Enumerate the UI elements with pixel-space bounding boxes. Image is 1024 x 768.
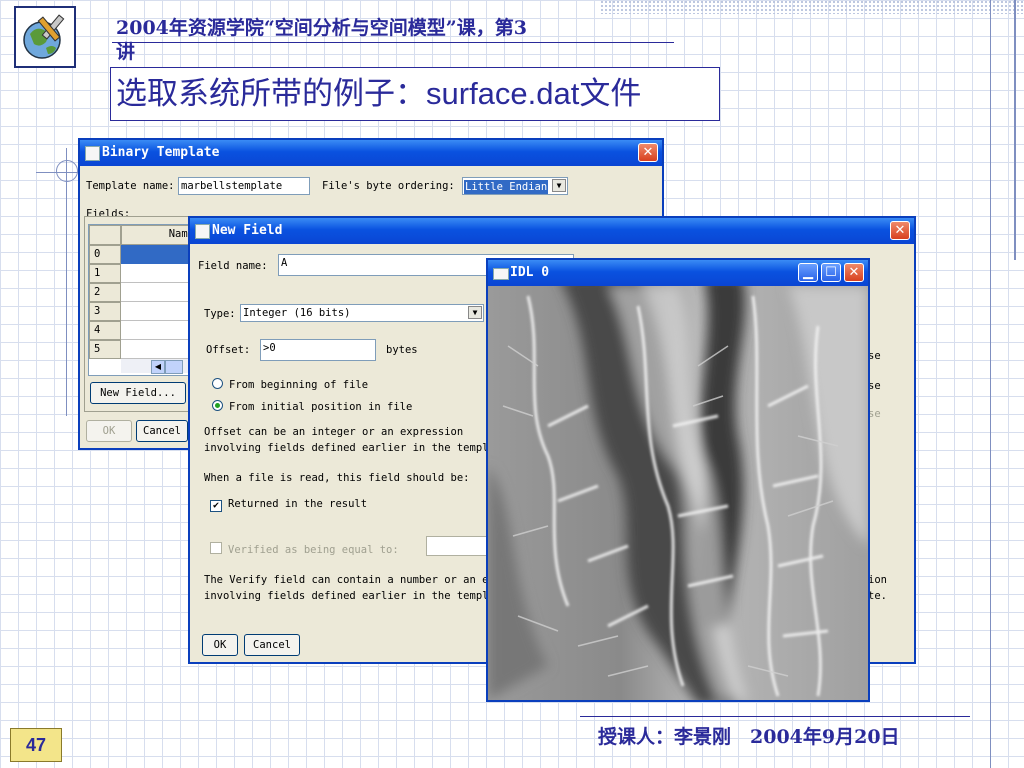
offset-unit: bytes: [386, 344, 418, 356]
byte-order-select[interactable]: Little Endian ▼: [462, 177, 568, 195]
maximize-icon[interactable]: ☐: [821, 263, 841, 282]
window-app-icon: [85, 146, 100, 161]
checkbox-icon[interactable]: [210, 542, 222, 554]
row-number: 3: [94, 305, 101, 317]
radio-from-beginning-label: From beginning of file: [229, 379, 369, 391]
title-underline: [112, 42, 674, 43]
radio-from-beginning[interactable]: From beginning of file: [212, 378, 368, 391]
offset-help-text-2: involving fields defined earlier in the …: [204, 442, 489, 454]
cancel-button[interactable]: Cancel: [136, 420, 188, 442]
table-row[interactable]: 0: [89, 245, 121, 264]
dotted-header-band: [600, 0, 1024, 14]
slide-subtitle: 选取系统所带的例子：surface.dat文件: [116, 74, 641, 114]
chevron-down-icon[interactable]: ▼: [552, 179, 566, 192]
decorative-crosshair-vline: [66, 148, 67, 416]
binary-template-title: Binary Template: [102, 145, 220, 160]
decorative-vertical-line-right: [1014, 0, 1016, 260]
surface-dem-image: [488, 286, 868, 700]
byte-order-selected-value: Little Endian: [464, 180, 549, 194]
row-number: 1: [94, 267, 101, 279]
type-select[interactable]: Integer (16 bits) ▼: [240, 304, 484, 322]
window-app-icon: [493, 268, 509, 280]
read-behaviour-label: When a file is read, this field should b…: [204, 472, 470, 484]
ok-button[interactable]: OK: [202, 634, 238, 656]
ok-button[interactable]: OK: [86, 420, 132, 442]
subtitle-suffix: 文件: [579, 76, 642, 111]
offset-input[interactable]: >0: [260, 339, 376, 361]
verified-checkbox-row[interactable]: Verified as being equal to:: [210, 542, 399, 556]
table-row[interactable]: 2: [89, 283, 121, 302]
idl-window-titlebar[interactable]: IDL 0 ▁ ☐ ✕: [488, 260, 868, 286]
radio-button-icon[interactable]: [212, 378, 223, 389]
right-text-fragment: ion: [868, 574, 887, 586]
chevron-down-icon[interactable]: ▼: [468, 306, 482, 319]
type-label: Type:: [204, 308, 236, 320]
byte-order-label: File's byte ordering:: [322, 180, 455, 192]
decorative-vertical-line: [990, 0, 991, 768]
close-icon[interactable]: ✕: [844, 263, 864, 282]
row-number: 4: [94, 324, 101, 336]
verify-help-text-1: The Verify field can contain a number or…: [204, 574, 489, 586]
close-icon[interactable]: ✕: [638, 143, 658, 162]
radio-from-initial-label: From initial position in file: [229, 401, 413, 413]
radio-from-initial[interactable]: From initial position in file: [212, 400, 412, 413]
new-field-title: New Field: [212, 223, 283, 238]
verified-label: Verified as being equal to:: [228, 544, 399, 556]
fields-grid: Name 0 1 2 3 4 5 ◀: [88, 224, 200, 376]
subtitle-filename: surface.dat: [426, 76, 580, 111]
close-icon[interactable]: ✕: [890, 221, 910, 240]
slide-footer: 授课人：李景刚 2004年9月20日: [598, 726, 900, 748]
verified-value-input[interactable]: [426, 536, 488, 556]
window-app-icon: [195, 224, 210, 239]
table-row[interactable]: 1: [89, 264, 121, 283]
returned-label: Returned in the result: [228, 498, 368, 510]
new-field-titlebar[interactable]: New Field ✕: [190, 218, 914, 244]
idl-window-title: IDL 0: [510, 265, 550, 280]
offset-label: Offset:: [206, 344, 251, 356]
new-field-button[interactable]: New Field...: [90, 382, 186, 404]
table-row[interactable]: 4: [89, 321, 121, 340]
title-line1-text: 2004年资源学院“空间分析与空间模型”课，第3: [116, 17, 527, 39]
scroll-left-icon[interactable]: ◀: [151, 360, 165, 374]
table-row[interactable]: 5: [89, 340, 121, 359]
grid-corner: [89, 225, 121, 245]
offset-help-text-1: Offset can be an integer or an expressio…: [204, 426, 464, 438]
slide-logo: [14, 6, 76, 68]
right-text-fragment: te.: [868, 590, 887, 602]
footer-rule: [580, 716, 970, 717]
page-number-badge: 47: [10, 728, 62, 762]
verify-help-text-2: involving fields defined earlier in the …: [204, 590, 489, 602]
subtitle-prefix: 选取系统所带的例子：: [116, 76, 426, 111]
template-name-label: Template name:: [86, 180, 175, 192]
row-number: 5: [94, 343, 101, 355]
template-name-input[interactable]: marbellstemplate: [178, 177, 310, 195]
row-number: 2: [94, 286, 101, 298]
slide-title-line1: 2004年资源学院“空间分析与空间模型”课，第3 讲: [116, 16, 676, 64]
field-name-label: Field name:: [198, 260, 268, 272]
returned-checkbox-row[interactable]: ✔ Returned in the result: [210, 498, 367, 512]
globe-wrench-icon: [23, 14, 65, 59]
minimize-icon[interactable]: ▁: [798, 263, 818, 282]
binary-template-titlebar[interactable]: Binary Template ✕: [80, 140, 662, 166]
title-line1-continuation: 讲: [116, 41, 136, 63]
scroll-thumb[interactable]: [165, 360, 183, 374]
radio-button-selected-icon[interactable]: [212, 400, 223, 411]
checkbox-checked-icon[interactable]: ✔: [210, 500, 222, 512]
cancel-button[interactable]: Cancel: [244, 634, 300, 656]
row-number: 0: [94, 248, 101, 260]
type-selected-value: Integer (16 bits): [243, 307, 351, 319]
idl-graphics-window: IDL 0 ▁ ☐ ✕: [486, 258, 870, 702]
decorative-crosshair-circle: [56, 160, 78, 182]
table-row[interactable]: 3: [89, 302, 121, 321]
